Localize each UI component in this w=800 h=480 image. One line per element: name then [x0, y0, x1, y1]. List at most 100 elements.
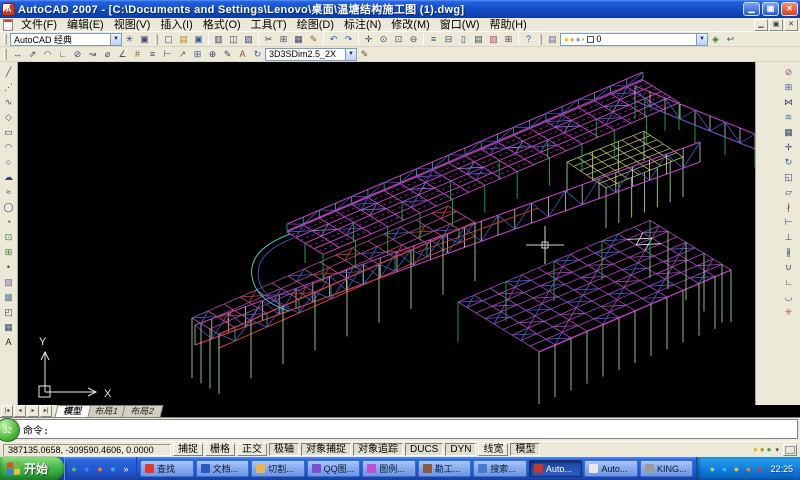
tab-last-button[interactable]: ▸|: [40, 405, 52, 417]
tab-next-button[interactable]: ▸: [27, 405, 39, 417]
match-properties-icon[interactable]: ✎: [306, 33, 321, 46]
menu-help[interactable]: 帮助(H): [485, 18, 532, 32]
draw-rectangle-icon[interactable]: ▭: [1, 125, 16, 140]
menu-dimension[interactable]: 标注(N): [339, 18, 386, 32]
layer-dropdown[interactable]: ●●●▪ 0 ▼: [560, 33, 708, 46]
properties-icon[interactable]: ≡: [426, 33, 441, 46]
draw-arc-icon[interactable]: ◠: [1, 140, 16, 155]
draw-spline-icon[interactable]: ≈: [1, 185, 16, 200]
publish-icon[interactable]: ▨: [241, 33, 256, 46]
status-validate-icon[interactable]: ●: [767, 444, 772, 456]
task-search[interactable]: 搜索...: [473, 460, 527, 477]
menu-file[interactable]: 文件(F): [16, 18, 62, 32]
clean-screen-button[interactable]: [783, 444, 797, 456]
toolbar-grip[interactable]: [4, 49, 7, 60]
chamfer-icon[interactable]: ∟: [781, 275, 796, 290]
menu-edit[interactable]: 编辑(E): [62, 18, 109, 32]
mdi-restore-button[interactable]: ▣: [769, 19, 783, 31]
chevron-down-icon[interactable]: ▼: [110, 34, 121, 45]
task-autocad-2[interactable]: Auto...: [584, 460, 638, 477]
toggle-dyn[interactable]: DYN: [445, 443, 476, 456]
tray-fetion-icon[interactable]: ●: [718, 459, 730, 479]
extend-icon[interactable]: ⊢: [781, 215, 796, 230]
mdi-minimize-button[interactable]: ▁: [754, 19, 768, 31]
toggle-model[interactable]: 模型: [510, 443, 540, 456]
layer-properties-icon[interactable]: ▤: [545, 33, 560, 46]
trim-icon[interactable]: ∤: [781, 200, 796, 215]
mirror-icon[interactable]: ⋈: [781, 95, 796, 110]
toggle-otrack[interactable]: 对象追踪: [353, 443, 403, 456]
tab-first-button[interactable]: |◂: [1, 405, 13, 417]
draw-polygon-icon[interactable]: ◇: [1, 110, 16, 125]
quick-dim-icon[interactable]: #: [130, 48, 145, 61]
quicklaunch-show-desktop-icon[interactable]: ●: [107, 459, 119, 479]
copy-icon[interactable]: ⊞: [276, 33, 291, 46]
insert-block-icon[interactable]: ⊡: [1, 230, 16, 245]
task-folder-cut[interactable]: 切割...: [251, 460, 305, 477]
task-qq-image[interactable]: QQ图...: [307, 460, 361, 477]
cut-icon[interactable]: ✂: [261, 33, 276, 46]
menu-draw[interactable]: 绘图(D): [292, 18, 339, 32]
toolbar-grip[interactable]: [155, 34, 158, 45]
dim-diameter-icon[interactable]: ⌀: [100, 48, 115, 61]
draw-circle-icon[interactable]: ○: [1, 155, 16, 170]
toggle-osnap[interactable]: 对象捕捉: [301, 443, 351, 456]
erase-icon[interactable]: ⊘: [781, 65, 796, 80]
dim-angular-icon[interactable]: ∠: [115, 48, 130, 61]
toggle-polar[interactable]: 极轴: [269, 443, 299, 456]
close-button[interactable]: ✕: [781, 2, 798, 16]
dim-edit-icon[interactable]: ✎: [220, 48, 235, 61]
markup-manager-icon[interactable]: ▧: [486, 33, 501, 46]
break-point-icon[interactable]: ⊥: [781, 230, 796, 245]
menu-modify[interactable]: 修改(M): [386, 18, 435, 32]
plot-icon[interactable]: ▥: [211, 33, 226, 46]
tab-prev-button[interactable]: ◂: [14, 405, 26, 417]
mtext-icon[interactable]: A: [1, 335, 16, 350]
status-menu-arrow[interactable]: ▾: [773, 446, 781, 454]
toolbar-grip[interactable]: [4, 34, 7, 45]
quick-leader-icon[interactable]: ↗: [175, 48, 190, 61]
task-legend-image[interactable]: 图例...: [362, 460, 416, 477]
make-object-layer-current-icon[interactable]: ◈: [708, 33, 723, 46]
pan-icon[interactable]: ✛: [361, 33, 376, 46]
draw-ellipse-arc-icon[interactable]: ◔: [1, 215, 16, 230]
draw-line-icon[interactable]: ╱: [1, 65, 16, 80]
menu-format[interactable]: 格式(O): [198, 18, 246, 32]
command-input[interactable]: 命令:: [2, 419, 798, 439]
task-kingsoft[interactable]: KING...: [640, 460, 694, 477]
qnew-icon[interactable]: ▢: [161, 33, 176, 46]
task-autocad[interactable]: Auto...: [529, 460, 583, 477]
quicklaunch-more-icon[interactable]: »: [120, 459, 132, 479]
offset-icon[interactable]: ≋: [781, 110, 796, 125]
open-icon[interactable]: ▤: [176, 33, 191, 46]
toggle-grid[interactable]: 栅格: [205, 443, 235, 456]
plot-preview-icon[interactable]: ◫: [226, 33, 241, 46]
toggle-lwt[interactable]: 线宽: [478, 443, 508, 456]
stretch-icon[interactable]: ▱: [781, 185, 796, 200]
paste-icon[interactable]: ▦: [291, 33, 306, 46]
gradient-icon[interactable]: ▩: [1, 290, 16, 305]
move-icon[interactable]: ✛: [781, 140, 796, 155]
scale-icon[interactable]: ◱: [781, 170, 796, 185]
layer-previous-icon[interactable]: ↩: [723, 33, 738, 46]
array-icon[interactable]: ▦: [781, 125, 796, 140]
menu-insert[interactable]: 插入(I): [155, 18, 197, 32]
toggle-ortho[interactable]: 正交: [237, 443, 267, 456]
task-qq-find[interactable]: 查找: [140, 460, 194, 477]
quicklaunch-ie-icon[interactable]: ●: [81, 459, 93, 479]
region-icon[interactable]: ◰: [1, 305, 16, 320]
tray-input-icon[interactable]: ●: [706, 459, 718, 479]
draw-xline-icon[interactable]: ⋰: [1, 80, 16, 95]
help-icon[interactable]: ?: [521, 33, 536, 46]
dim-ordinate-icon[interactable]: ∟: [55, 48, 70, 61]
toolbar-grip[interactable]: [539, 34, 542, 45]
modify-copy-icon[interactable]: ⊞: [781, 80, 796, 95]
zoom-realtime-icon[interactable]: ⊙: [376, 33, 391, 46]
quicklaunch-media-icon[interactable]: ●: [94, 459, 106, 479]
dim-jogged-icon[interactable]: ↝: [85, 48, 100, 61]
workspace-dropdown[interactable]: AutoCAD 经典 ▼: [10, 33, 122, 46]
minimize-button[interactable]: ▁: [743, 2, 760, 16]
drawing-canvas[interactable]: Y X: [18, 62, 755, 405]
join-icon[interactable]: ∪: [781, 260, 796, 275]
status-communication-icon[interactable]: ●: [753, 444, 758, 456]
